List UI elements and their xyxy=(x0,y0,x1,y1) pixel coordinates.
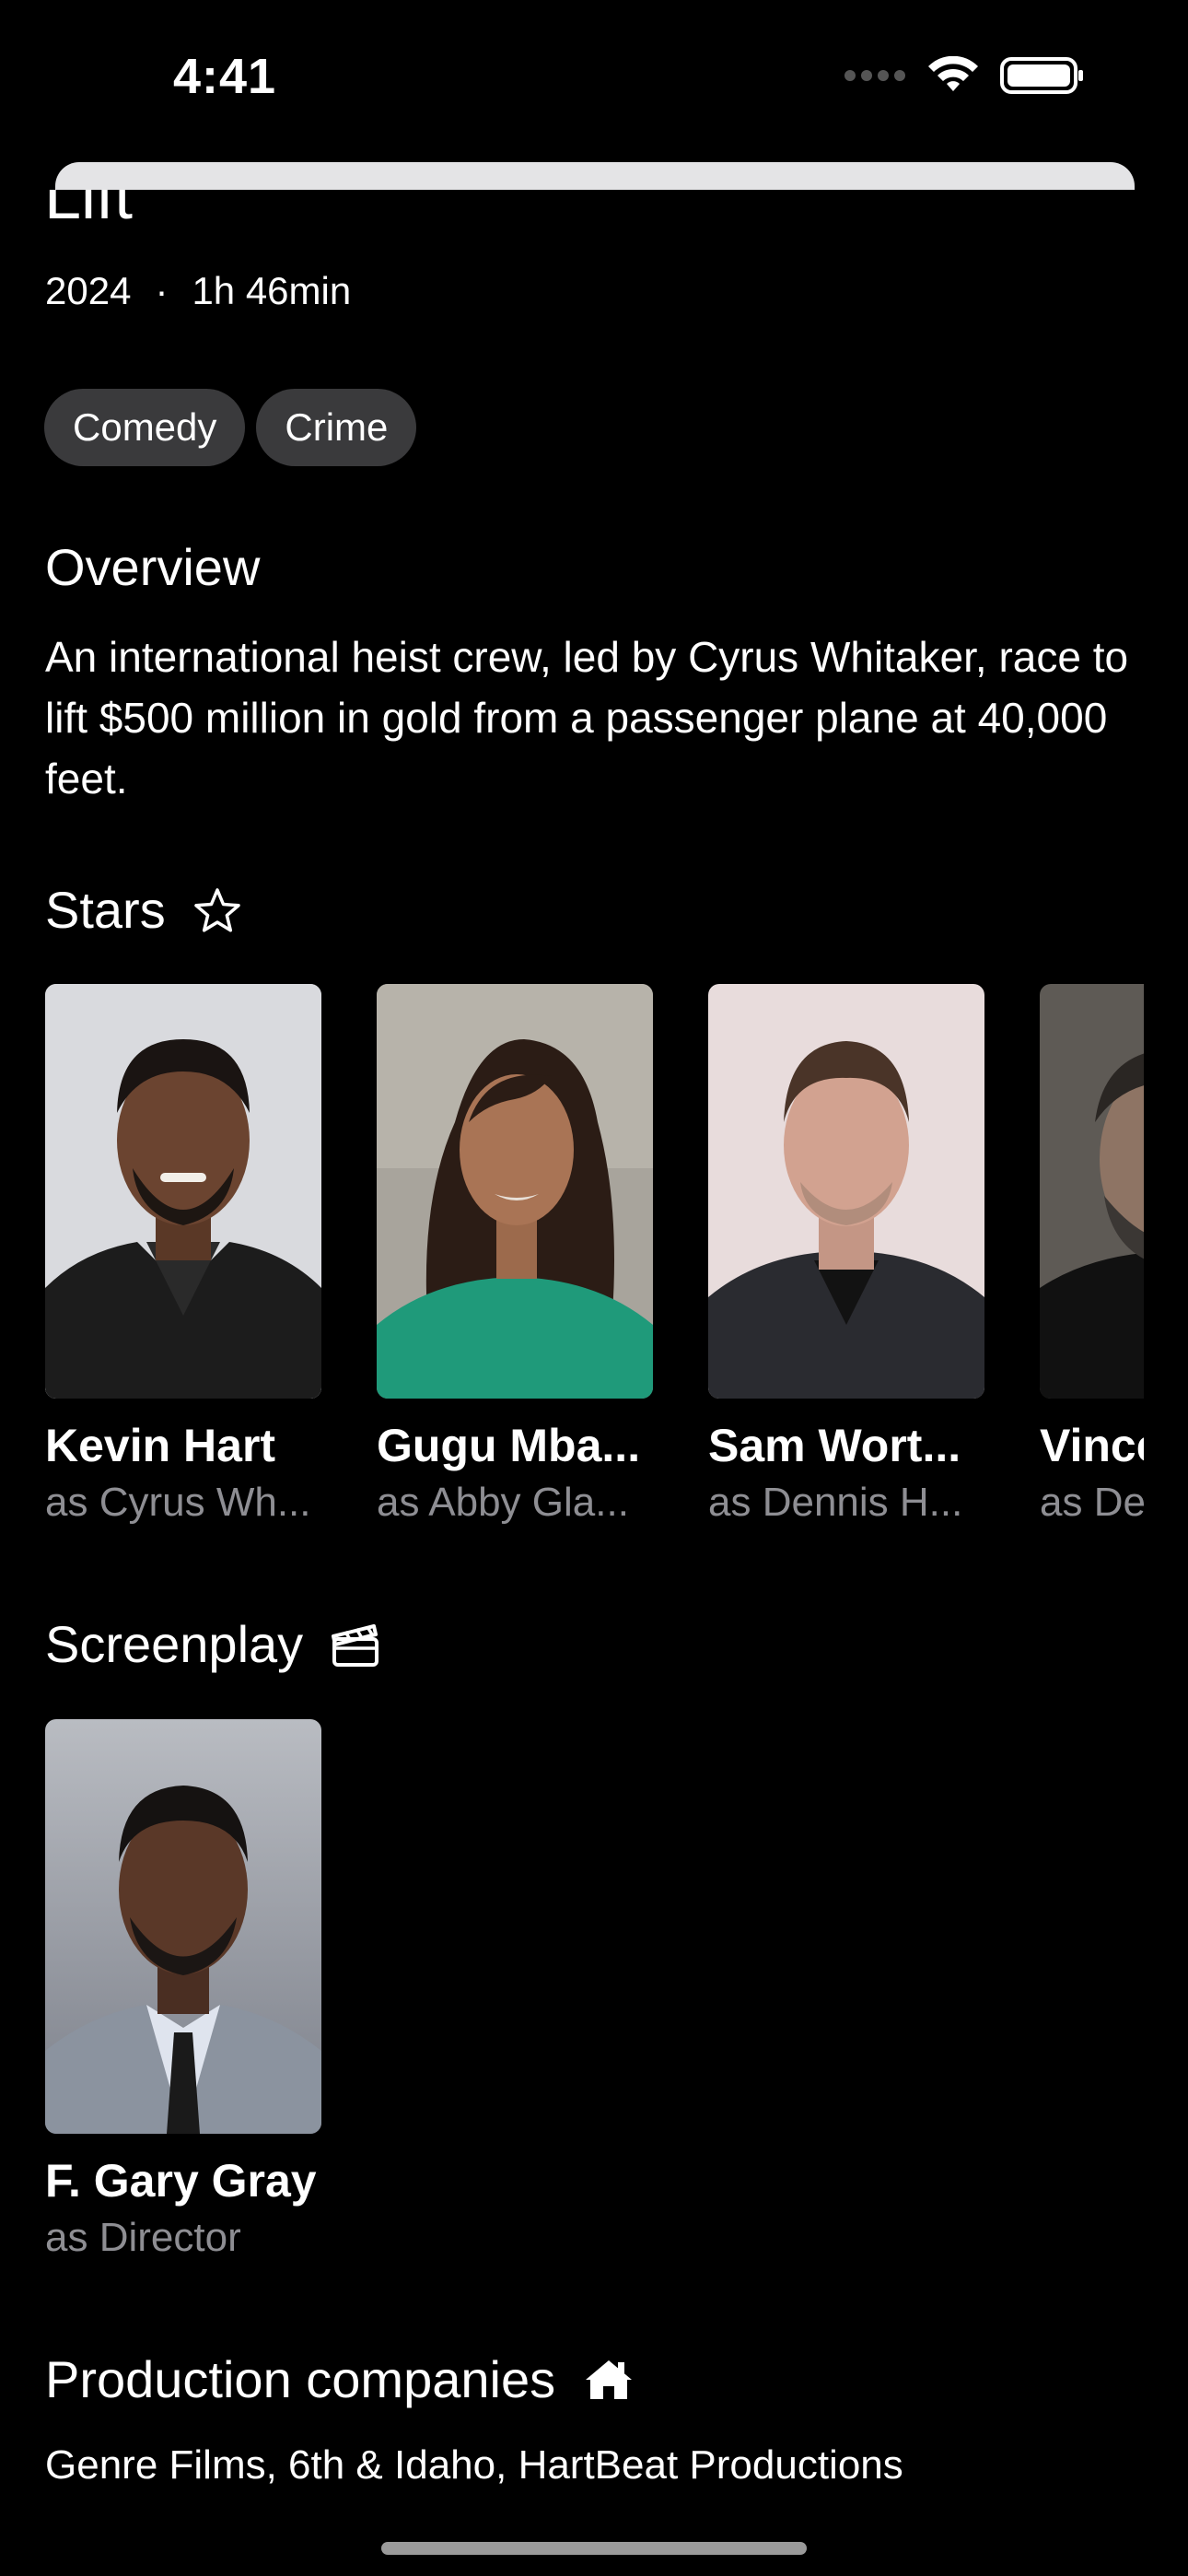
battery-icon xyxy=(1000,57,1083,94)
clapperboard-icon xyxy=(332,1623,379,1667)
cast-role: as Cyrus Wh... xyxy=(45,1480,311,1525)
movie-runtime: 1h 46min xyxy=(192,269,352,312)
cast-name: Kevin Hart xyxy=(45,1420,276,1471)
crew-card[interactable]: F. Gary Gray as Director xyxy=(45,1719,321,2261)
cast-role: as De xyxy=(1040,1480,1144,1525)
wifi-icon xyxy=(928,56,978,91)
cellular-dots-icon xyxy=(844,70,905,81)
cast-name: Gugu Mba... xyxy=(377,1420,641,1471)
movie-year: 2024 xyxy=(45,269,132,312)
crew-name: F. Gary Gray xyxy=(45,2155,317,2207)
stars-title: Stars xyxy=(45,881,166,939)
overview-title: Overview xyxy=(45,538,261,596)
genre-chips: Comedy Crime xyxy=(44,389,417,466)
cast-card[interactable]: Gugu Mba... as Abby Gla... xyxy=(377,984,653,1526)
crew-photo xyxy=(45,1719,321,2134)
overview-text: An international heist crew, led by Cyru… xyxy=(45,633,1129,802)
cast-name: Vince xyxy=(1040,1420,1144,1471)
cast-card[interactable]: Sam Wort... as Dennis H... xyxy=(708,984,984,1526)
cast-card[interactable]: Kevin Hart as Cyrus Wh... xyxy=(45,984,321,1526)
cast-role: as Dennis H... xyxy=(708,1480,963,1525)
cast-carousel[interactable]: Kevin Hart as Cyrus Wh... Gugu Mba... as… xyxy=(45,984,1144,1555)
crew-role: as Director xyxy=(45,2215,241,2260)
sheet-edge xyxy=(55,162,1135,190)
home-indicator[interactable] xyxy=(381,2542,807,2555)
cast-photo xyxy=(377,984,653,1399)
status-icons xyxy=(844,56,1085,94)
movie-meta: 2024 · 1h 46min xyxy=(45,269,351,313)
status-time: 4:41 xyxy=(173,49,277,104)
cast-role: as Abby Gla... xyxy=(377,1480,629,1525)
star-outline-icon xyxy=(193,887,240,932)
production-title: Production companies xyxy=(45,2350,556,2408)
meta-separator: · xyxy=(155,269,169,312)
screenplay-title: Screenplay xyxy=(45,1615,304,1673)
title-container: Lift xyxy=(44,190,597,245)
genre-chip[interactable]: Crime xyxy=(256,389,417,466)
production-heading: Production companies xyxy=(45,2349,635,2409)
production-companies: Genre Films, 6th & Idaho, HartBeat Produ… xyxy=(45,2442,903,2488)
cast-name: Sam Wort... xyxy=(708,1420,961,1471)
genre-chip[interactable]: Comedy xyxy=(44,389,246,466)
cast-photo xyxy=(708,984,984,1399)
overview-heading: Overview xyxy=(45,537,260,597)
cast-photo xyxy=(1040,984,1144,1399)
cast-card[interactable]: Vince as De xyxy=(1040,984,1144,1526)
house-icon xyxy=(586,2359,633,2399)
movie-title: Lift xyxy=(44,190,134,233)
stars-heading: Stars xyxy=(45,880,241,940)
cast-photo xyxy=(45,984,321,1399)
screenplay-heading: Screenplay xyxy=(45,1614,380,1674)
